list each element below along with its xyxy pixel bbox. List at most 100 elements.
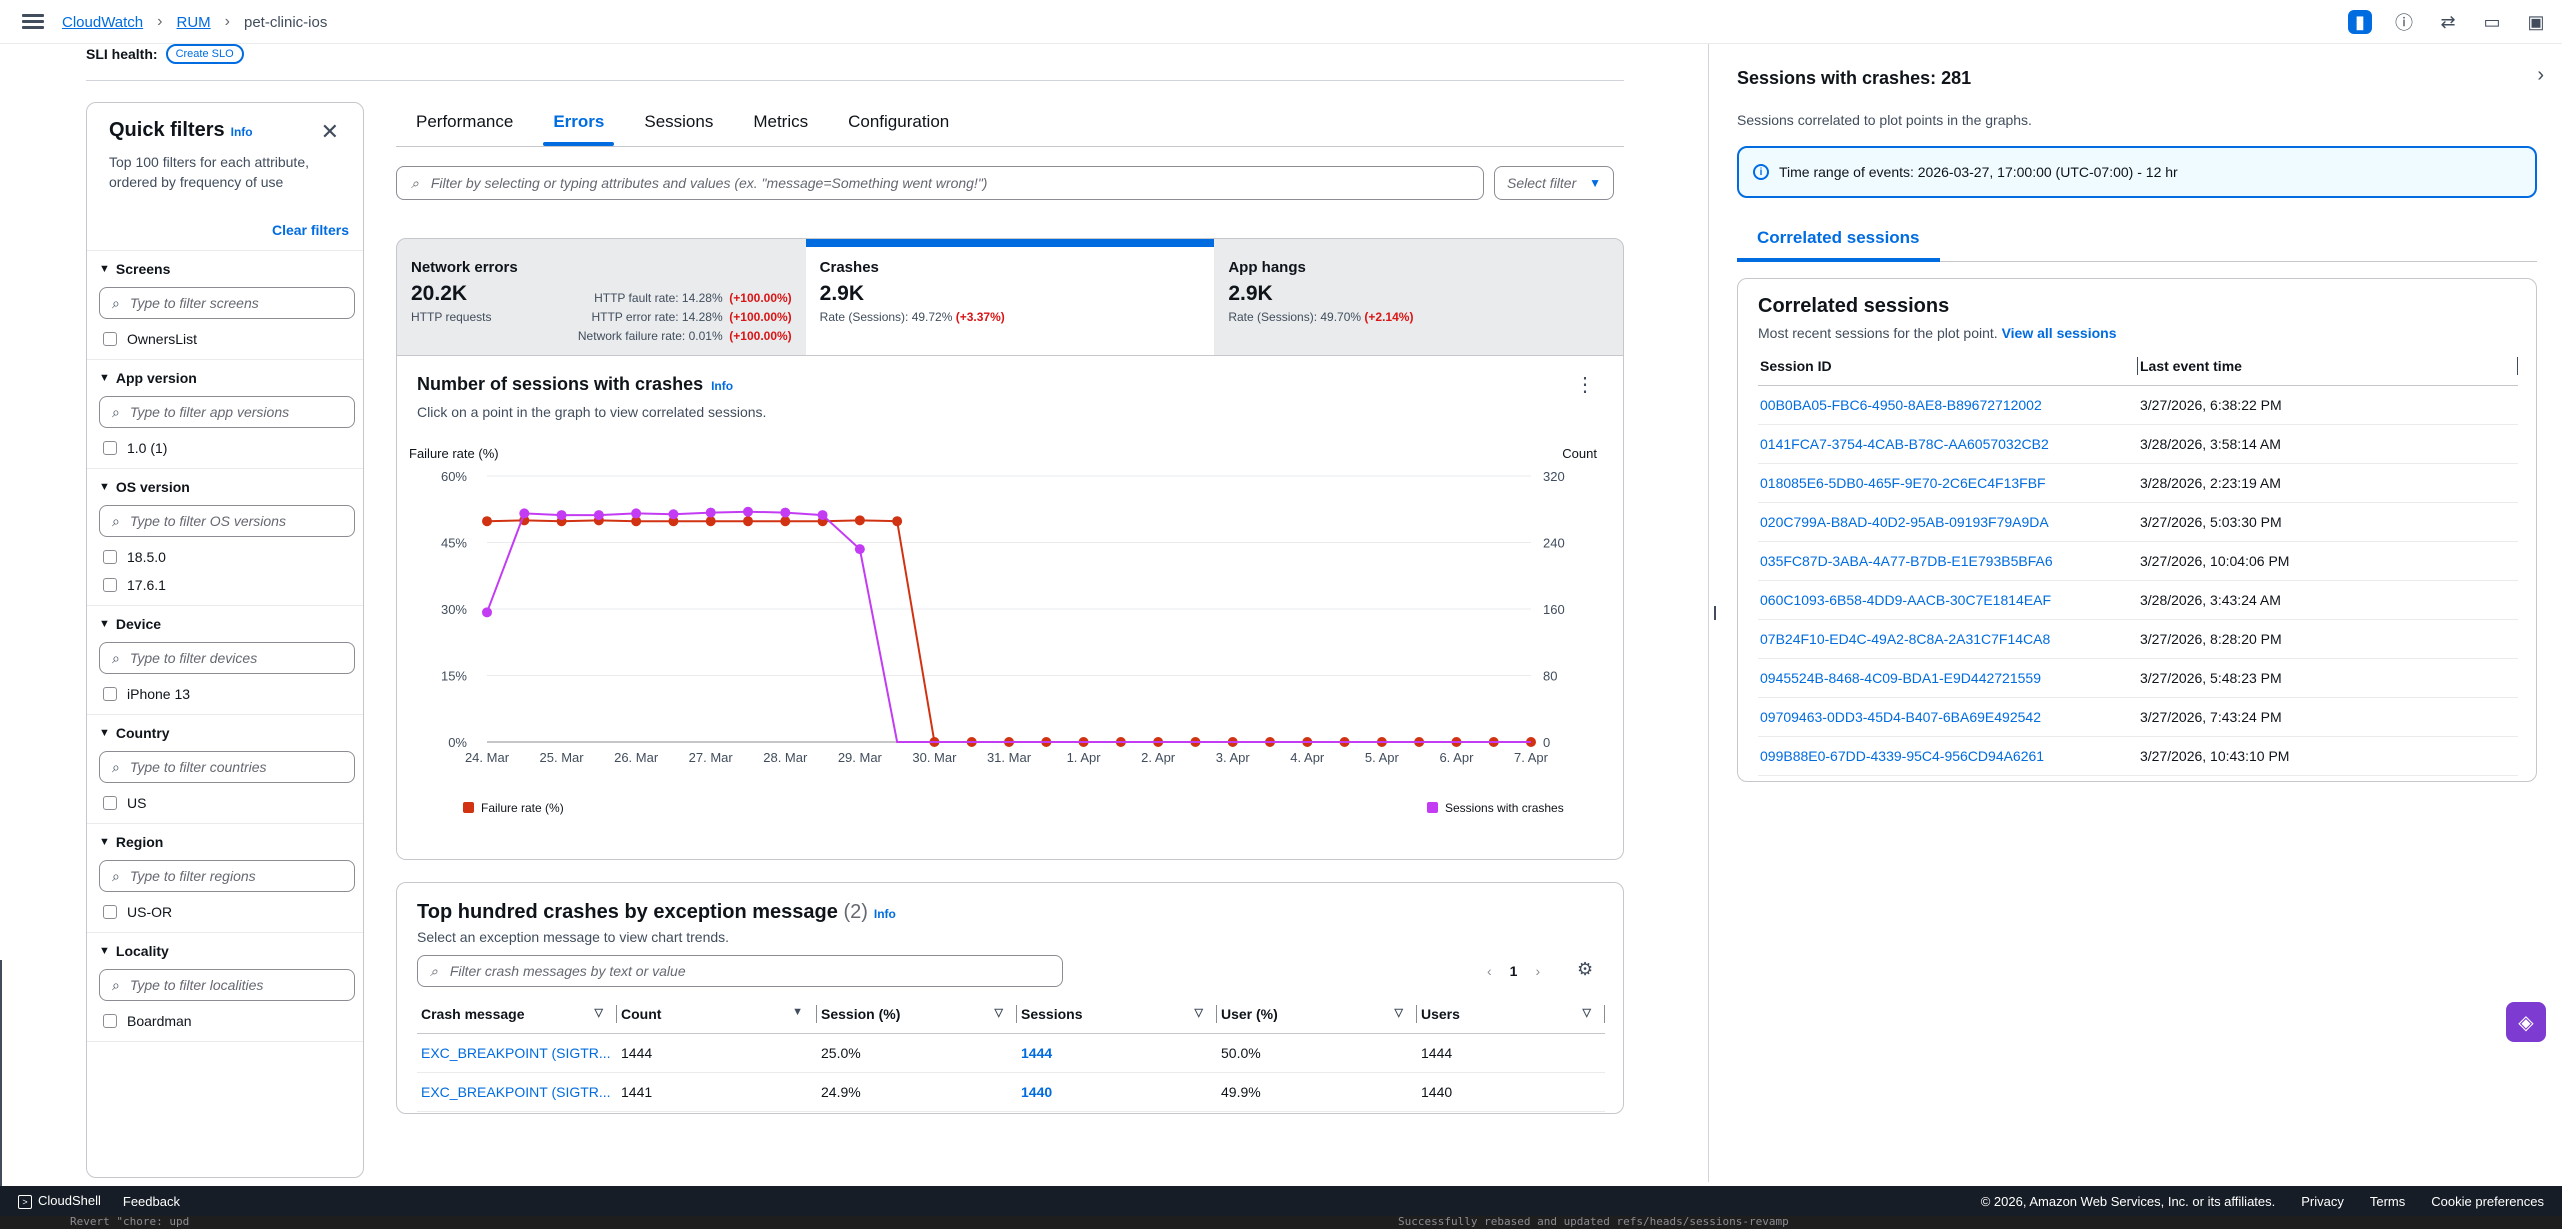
info-link[interactable]: Info	[231, 125, 253, 139]
checkbox[interactable]	[103, 687, 117, 701]
checkbox[interactable]	[103, 578, 117, 592]
session-id-link[interactable]: 060C1093-6B58-4DD9-AACB-30C7E1814EAF	[1758, 580, 2138, 620]
column-header-session-id[interactable]: Session ID	[1758, 347, 2138, 386]
filter-section-toggle[interactable]: ▼ OS version	[99, 469, 351, 505]
sessions-link[interactable]: 1444	[1017, 1033, 1217, 1073]
sessions-crash-chart[interactable]: Failure rate (%) Count 60% 320 45% 240 30% 160 1…	[397, 436, 1623, 856]
data-point[interactable]	[743, 516, 753, 527]
chevron-right-icon[interactable]: ›	[1535, 963, 1540, 979]
split-panel-icon[interactable]: ▮	[2348, 10, 2372, 34]
data-point[interactable]	[482, 516, 492, 527]
session-id-link[interactable]: 0141FCA7-3754-4CAB-B78C-AA6057032CB2	[1758, 424, 2138, 464]
info-icon[interactable]: ⓘ	[2392, 10, 2416, 34]
session-id-link[interactable]: 099B88E0-67DD-4339-95C4-956CD94A6261	[1758, 736, 2138, 776]
sort-icon[interactable]: ▽	[1195, 1006, 1203, 1019]
checkbox[interactable]	[103, 550, 117, 564]
tab-performance[interactable]: Performance	[396, 106, 533, 146]
data-point[interactable]	[593, 510, 604, 521]
view-all-sessions-link[interactable]: View all sessions	[2002, 325, 2117, 341]
crash-message-link[interactable]: EXC_BREAKPOINT (SIGTR...	[417, 1033, 617, 1073]
filter-search-input[interactable]: ⌕ Type to filter OS versions	[99, 505, 355, 537]
tile-network-errors[interactable]: Network errors 20.2K HTTP requests HTTP …	[397, 239, 806, 355]
data-point[interactable]	[780, 507, 791, 518]
filter-section-toggle[interactable]: ▼ Screens	[99, 251, 351, 287]
feedback-link[interactable]: Feedback	[123, 1194, 180, 1209]
filter-search-input[interactable]: ⌕ Type to filter localities	[99, 969, 355, 1001]
data-point[interactable]	[892, 516, 903, 527]
filter-option[interactable]: US-OR	[99, 904, 351, 932]
sort-icon[interactable]: ▽	[595, 1006, 603, 1019]
crash-message-link[interactable]: EXC_BREAKPOINT (SIGTR...	[417, 1072, 617, 1112]
filter-option[interactable]: 1.0 (1)	[99, 440, 351, 468]
data-point[interactable]	[854, 515, 865, 526]
filter-search-input[interactable]: ⌕ Type to filter screens	[99, 287, 355, 319]
filter-search-input[interactable]: ⌕ Type to filter countries	[99, 751, 355, 783]
monitor-icon[interactable]: ▭	[2480, 10, 2504, 34]
column-header[interactable]: Users ▽	[1417, 995, 1605, 1034]
filter-option[interactable]: Boardman	[99, 1013, 351, 1041]
close-icon[interactable]: ✕	[321, 119, 339, 145]
session-id-link[interactable]: 0945524B-8468-4C09-BDA1-E9D442721559	[1758, 658, 2138, 698]
checkbox[interactable]	[103, 796, 117, 810]
filter-section-toggle[interactable]: ▼ Region	[99, 824, 351, 860]
filter-search-input[interactable]: ⌕ Type to filter regions	[99, 860, 355, 892]
tile-app-hangs[interactable]: App hangs 2.9K Rate (Sessions): 49.70% (…	[1214, 239, 1623, 355]
data-point[interactable]	[482, 607, 492, 618]
sort-icon[interactable]: ▽	[995, 1006, 1003, 1019]
data-point[interactable]	[519, 508, 530, 519]
sessions-link[interactable]: 1440	[1017, 1072, 1217, 1112]
filter-option[interactable]: US	[99, 795, 351, 823]
sort-icon[interactable]: ▽	[1395, 1006, 1403, 1019]
data-point[interactable]	[668, 509, 679, 520]
cookie-preferences-link[interactable]: Cookie preferences	[2431, 1194, 2544, 1209]
breadcrumb-rum[interactable]: RUM	[176, 14, 210, 31]
tab-errors[interactable]: Errors	[533, 106, 624, 146]
checkbox[interactable]	[103, 441, 117, 455]
resize-handle[interactable]	[1714, 606, 1716, 620]
tab-correlated-sessions[interactable]: Correlated sessions	[1737, 228, 1940, 262]
sort-icon[interactable]: ▼	[792, 1006, 803, 1018]
clear-filters-link[interactable]: Clear filters	[272, 222, 349, 238]
column-header[interactable]: Count ▼	[617, 995, 817, 1034]
column-header-last-event[interactable]: Last event time	[2138, 347, 2518, 386]
checkbox[interactable]	[103, 905, 117, 919]
filter-search-input[interactable]: ⌕ Type to filter app versions	[99, 396, 355, 428]
session-id-link[interactable]: 00B0BA05-FBC6-4950-8AE8-B89672712002	[1758, 385, 2138, 425]
privacy-link[interactable]: Privacy	[2301, 1194, 2344, 1209]
tab-configuration[interactable]: Configuration	[828, 106, 969, 146]
filter-section-toggle[interactable]: ▼ App version	[99, 360, 351, 396]
screen-icon[interactable]: ▣	[2524, 10, 2548, 34]
tab-metrics[interactable]: Metrics	[733, 106, 828, 146]
filter-section-toggle[interactable]: ▼ Country	[99, 715, 351, 751]
tile-crashes[interactable]: Crashes 2.9K Rate (Sessions): 49.72% (+3…	[805, 239, 1215, 355]
chevron-left-icon[interactable]: ‹	[1487, 963, 1492, 979]
data-point[interactable]	[705, 507, 716, 518]
select-filter-dropdown[interactable]: Select filter ▼	[1494, 166, 1614, 200]
more-options-icon[interactable]: ⋮	[1575, 372, 1595, 397]
column-header[interactable]: Session (%) ▽	[817, 995, 1017, 1034]
create-slo-button[interactable]: Create SLO	[165, 44, 244, 64]
data-point[interactable]	[556, 510, 567, 521]
page-number[interactable]: 1	[1510, 963, 1518, 979]
info-link[interactable]: Info	[874, 907, 896, 921]
data-point[interactable]	[854, 544, 865, 555]
data-point[interactable]	[780, 516, 791, 527]
chevron-right-icon[interactable]: ›	[2537, 64, 2544, 87]
filter-section-toggle[interactable]: ▼ Locality	[99, 933, 351, 969]
breadcrumb-cloudwatch[interactable]: CloudWatch	[62, 14, 143, 31]
column-header[interactable]: User (%) ▽	[1217, 995, 1417, 1034]
assistant-icon[interactable]: ◈	[2506, 1002, 2546, 1042]
session-id-link[interactable]: 020C799A-B8AD-40D2-95AB-09193F79A9DA	[1758, 502, 2138, 542]
menu-icon[interactable]	[20, 11, 46, 33]
errors-filter-input[interactable]: ⌕ Filter by selecting or typing attribut…	[396, 166, 1484, 200]
column-header[interactable]: Sessions ▽	[1017, 995, 1217, 1034]
session-id-link[interactable]: 018085E6-5DB0-465F-9E70-2C6EC4F13FBF	[1758, 463, 2138, 503]
filter-option[interactable]: OwnersList	[99, 331, 351, 359]
data-point[interactable]	[631, 508, 642, 519]
data-point[interactable]	[817, 510, 828, 521]
crash-filter-input[interactable]: ⌕ Filter crash messages by text or value	[417, 955, 1063, 987]
session-id-link[interactable]: 07B24F10-ED4C-49A2-8C8A-2A31C7F14CA8	[1758, 619, 2138, 659]
session-id-link[interactable]: 035FC87D-3ABA-4A77-B7DB-E1E793B5BFA6	[1758, 541, 2138, 581]
filter-option[interactable]: iPhone 13	[99, 686, 351, 714]
gear-icon[interactable]: ⚙	[1577, 959, 1593, 980]
